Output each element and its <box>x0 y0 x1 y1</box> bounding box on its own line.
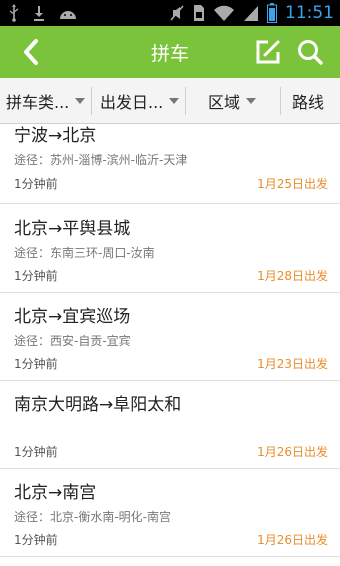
departure-date: 1月28日出发 <box>257 269 328 283</box>
posted-time: 1分钟前 <box>14 445 58 459</box>
via-stops: 途径：北京-衡水南-明化-南宫 <box>14 510 171 524</box>
battery-icon <box>267 3 277 23</box>
list-item[interactable]: 宁波→北京 途径：苏州-淄博-滨州-临沂-天津 1分钟前 1月25日出发 <box>0 124 340 204</box>
departure-date: 1月26日出发 <box>257 445 328 459</box>
filter-carpool-type[interactable]: 拼车类... <box>6 78 86 124</box>
status-bar: 11:51 <box>0 0 340 26</box>
filter-route[interactable]: 路线 <box>292 78 324 124</box>
via-stops: 途径：东南三环-周口-汝南 <box>14 246 155 260</box>
posted-time: 1分钟前 <box>14 177 58 191</box>
divider <box>185 87 186 115</box>
route: 北京→平舆县城 <box>14 219 131 239</box>
route: 北京→宜宾巡场 <box>14 307 131 327</box>
edit-icon[interactable] <box>254 38 282 66</box>
carpool-list: 宁波→北京 途径：苏州-淄博-滨州-临沂-天津 1分钟前 1月25日出发 北京→… <box>0 124 340 566</box>
filter-bar: 拼车类... 出发日... 区域 路线 <box>0 78 340 124</box>
via-stops: 途径：苏州-淄博-滨州-临沂-天津 <box>14 153 188 167</box>
route: 宁波→北京 <box>14 126 97 146</box>
mute-icon <box>170 5 184 21</box>
list-item[interactable]: 北京→南宫 途径：北京-衡水南-明化-南宫 1分钟前 1月26日出发 <box>0 469 340 557</box>
list-item[interactable]: 北京→平舆县城 途径：东南三环-周口-汝南 1分钟前 1月28日出发 <box>0 205 340 293</box>
page-title: 拼车 <box>150 43 189 65</box>
title-bar: 拼车 <box>0 26 340 78</box>
departure-date: 1月26日出发 <box>257 533 328 547</box>
clock: 11:51 <box>285 3 334 23</box>
divider <box>91 87 92 115</box>
filter-label: 出发日... <box>100 93 164 112</box>
route: 南京大明路→阜阳太和 <box>14 395 182 415</box>
list-item[interactable]: 北京→宜宾巡场 途径：西安-自贡-宜宾 1分钟前 1月23日出发 <box>0 293 340 381</box>
signal-icon <box>244 6 258 21</box>
divider <box>280 87 281 115</box>
download-icon <box>34 6 44 21</box>
route: 北京→南宫 <box>14 483 97 503</box>
filter-label: 路线 <box>292 93 325 112</box>
list-item[interactable]: 南京大明路→阜阳太和 1分钟前 1月26日出发 <box>0 381 340 469</box>
dropdown-arrow-icon <box>246 98 257 104</box>
search-icon[interactable] <box>296 38 324 66</box>
posted-time: 1分钟前 <box>14 269 58 283</box>
filter-departure-date[interactable]: 出发日... <box>100 78 180 124</box>
departure-date: 1月23日出发 <box>257 357 328 371</box>
posted-time: 1分钟前 <box>14 533 58 547</box>
filter-label: 区域 <box>208 93 241 112</box>
via-stops: 途径：西安-自贡-宜宾 <box>14 334 131 348</box>
sim-icon <box>194 5 204 21</box>
posted-time: 1分钟前 <box>14 357 58 371</box>
usb-icon <box>9 4 19 22</box>
filter-label: 拼车类... <box>6 93 70 112</box>
departure-date: 1月25日出发 <box>257 177 328 191</box>
android-icon <box>60 11 76 19</box>
wifi-icon <box>214 5 234 21</box>
dropdown-arrow-icon <box>75 98 86 104</box>
dropdown-arrow-icon <box>169 98 180 104</box>
filter-region[interactable]: 区域 <box>208 78 257 124</box>
